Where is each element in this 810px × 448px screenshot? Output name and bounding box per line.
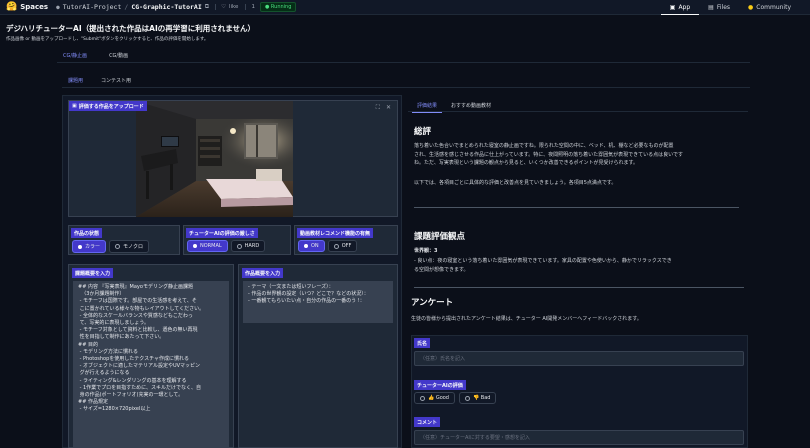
strictness-radio: チューターAIの評価の厳しさ NORMAL HARD xyxy=(183,225,291,255)
name-input[interactable]: （任意）氏名を記入 xyxy=(414,351,744,366)
bedroom-render-image xyxy=(136,101,293,217)
radio-dot-icon xyxy=(420,395,425,401)
evaluation-options: 👍 Good 👎 Bad xyxy=(414,392,497,404)
page-description: 作品画像 or 動画をアップロードし、"Submit"ボタンをクリックすると、作… xyxy=(6,37,209,42)
radio-good[interactable]: 👍 Good xyxy=(414,392,455,404)
survey-description: 生徒の皆様から提出されたアンケート結果は、チューター AI開発メンバーへフィード… xyxy=(411,316,642,322)
radio-dot-icon xyxy=(115,244,121,249)
nav-files-label: Files xyxy=(716,4,731,11)
top-bar: 🤗 Spaces ● TutorAI-Project / CG-Graphic-… xyxy=(0,0,810,15)
name-label: 氏名 xyxy=(414,338,431,348)
comment-label: コメント xyxy=(414,417,441,427)
assignment-label: 課題概要を入力 xyxy=(72,268,114,278)
artwork-state-options: カラー モノクロ xyxy=(72,240,150,253)
status-text: Running xyxy=(270,4,292,10)
running-dot-icon: ● xyxy=(264,4,270,10)
upload-label: ▣ 評価する作品をアップロード xyxy=(69,101,147,111)
radio-dot-icon xyxy=(193,244,197,248)
radio-off[interactable]: OFF xyxy=(327,240,358,252)
radio-normal-label: NORMAL xyxy=(200,243,222,249)
heart-icon: ♡ xyxy=(221,4,226,10)
radio-on-label: ON xyxy=(311,243,319,249)
like-count: 1 xyxy=(245,4,255,10)
like-label: like xyxy=(229,4,239,10)
point-title: 世界観：3 xyxy=(414,248,438,254)
radio-dot-icon xyxy=(333,243,339,249)
owner-avatar-icon: ● xyxy=(56,3,60,11)
strictness-options: NORMAL HARD xyxy=(187,240,266,252)
radio-bad-label: 👎 Bad xyxy=(472,395,491,401)
image-icon: ▣ xyxy=(72,103,77,109)
space-name-link[interactable]: CG-Graphic-TutorAI xyxy=(131,3,201,11)
repo-path: ● TutorAI-Project / CG-Graphic-TutorAI ⧉ xyxy=(56,3,209,11)
spaces-brand[interactable]: Spaces xyxy=(20,3,48,11)
upload-label-text: 評価する作品をアップロード xyxy=(78,103,144,110)
work-panel: 作品概要を入力 - テーマ（一文または短いフレーズ）： - 作品の世界観の設定（… xyxy=(238,264,398,448)
radio-dot-icon xyxy=(304,244,308,248)
radio-color-label: カラー xyxy=(85,244,101,250)
community-icon: ● xyxy=(748,4,754,11)
status-badge: ● Running xyxy=(259,2,297,12)
artwork-state-radio: 作品の状態 カラー モノクロ xyxy=(68,225,180,255)
radio-dot-icon xyxy=(236,243,242,249)
app-header: デジハリチューターAI（提出された作品はAIの再学習に利用されません） 作品画像… xyxy=(6,23,255,42)
radio-monochrome[interactable]: モノクロ xyxy=(109,240,150,253)
radio-bad[interactable]: 👎 Bad xyxy=(458,392,497,404)
result-tabs-divider xyxy=(408,111,748,112)
assignment-panel: 課題概要を入力 ## 内容 『写実表現』Mayoモデリング静止画課題 （3か月課… xyxy=(68,264,234,448)
main-tabs-divider xyxy=(57,62,750,63)
radio-hard-label: HARD xyxy=(244,243,260,249)
radio-color[interactable]: カラー xyxy=(72,240,107,253)
app-icon: ▣ xyxy=(669,3,676,11)
comment-input[interactable]: （任意）チューターAIに対する要望・感想を記入 xyxy=(414,430,744,445)
copy-icon[interactable]: ⧉ xyxy=(205,3,209,11)
video-recommend-options: ON OFF xyxy=(298,240,358,252)
video-recommend-radio: 動画教材レコメンド機能の有無 ON OFF xyxy=(294,225,398,255)
divider xyxy=(414,207,739,208)
radio-monochrome-label: モノクロ xyxy=(123,244,144,250)
work-label: 作品概要を入力 xyxy=(242,268,284,278)
divider xyxy=(414,287,744,288)
close-icon[interactable]: ✕ xyxy=(386,104,391,112)
evaluation-label: チューターAIの評価 xyxy=(414,380,466,390)
summary-heading: 総評 xyxy=(414,127,432,137)
work-textarea[interactable]: - テーマ（一文または短いフレーズ）： - 作品の世界観の設定（いつ？どこで？な… xyxy=(243,281,393,323)
points-heading: 課題評価観点 xyxy=(414,232,466,242)
top-nav: ▣ App ▤ Files ● Community xyxy=(660,0,800,15)
summary-closing: 以下では、各項目ごとに具体的な評価と改善点を見ていきましょう。各項目5点満点です… xyxy=(414,180,617,186)
radio-hard[interactable]: HARD xyxy=(230,240,266,252)
like-button[interactable]: ♡ like 1 xyxy=(215,4,255,10)
radio-normal[interactable]: NORMAL xyxy=(187,240,228,252)
uploaded-artwork-image xyxy=(136,101,293,217)
upload-tools: ⛶ ✕ xyxy=(376,104,391,112)
nav-app[interactable]: ▣ App xyxy=(660,0,700,15)
summary-text: 落ち着いた色合いでまとめられた寝室の静止画ですね。限られた空間の中に、ベッド、机… xyxy=(414,143,684,166)
repo-owner-link[interactable]: TutorAI-Project xyxy=(63,3,122,11)
nav-app-label: App xyxy=(678,3,691,11)
hugging-face-logo-icon[interactable]: 🤗 xyxy=(6,2,17,12)
radio-on[interactable]: ON xyxy=(298,240,325,252)
nav-community-label: Community xyxy=(756,4,791,11)
image-upload-area[interactable]: ⛶ ✕ xyxy=(68,100,398,217)
nav-files[interactable]: ▤ Files xyxy=(699,0,739,15)
repo-separator: / xyxy=(124,3,129,11)
artwork-state-label: 作品の状態 xyxy=(71,228,103,238)
sub-tabs-divider xyxy=(62,87,750,88)
radio-dot-icon xyxy=(464,395,470,401)
radio-off-label: OFF xyxy=(341,243,352,249)
assignment-textarea[interactable]: ## 内容 『写実表現』Mayoモデリング静止画課題 （3か月課題制作） - モ… xyxy=(73,281,229,447)
files-icon: ▤ xyxy=(708,4,714,11)
strictness-label: チューターAIの評価の厳しさ xyxy=(186,228,258,238)
survey-heading: アンケート xyxy=(411,298,454,308)
point-text: - 良い点：夜の寝室という落ち着いた雰囲気が表現できています。家具の配置や色使い… xyxy=(414,258,672,273)
fullscreen-icon[interactable]: ⛶ xyxy=(376,104,380,112)
radio-good-label: 👍 Good xyxy=(428,395,449,401)
page-title: デジハリチューターAI（提出された作品はAIの再学習に利用されません） xyxy=(6,24,256,33)
nav-community[interactable]: ● Community xyxy=(739,0,800,15)
video-recommend-label: 動画教材レコメンド機能の有無 xyxy=(297,228,374,238)
radio-dot-icon xyxy=(78,244,82,249)
